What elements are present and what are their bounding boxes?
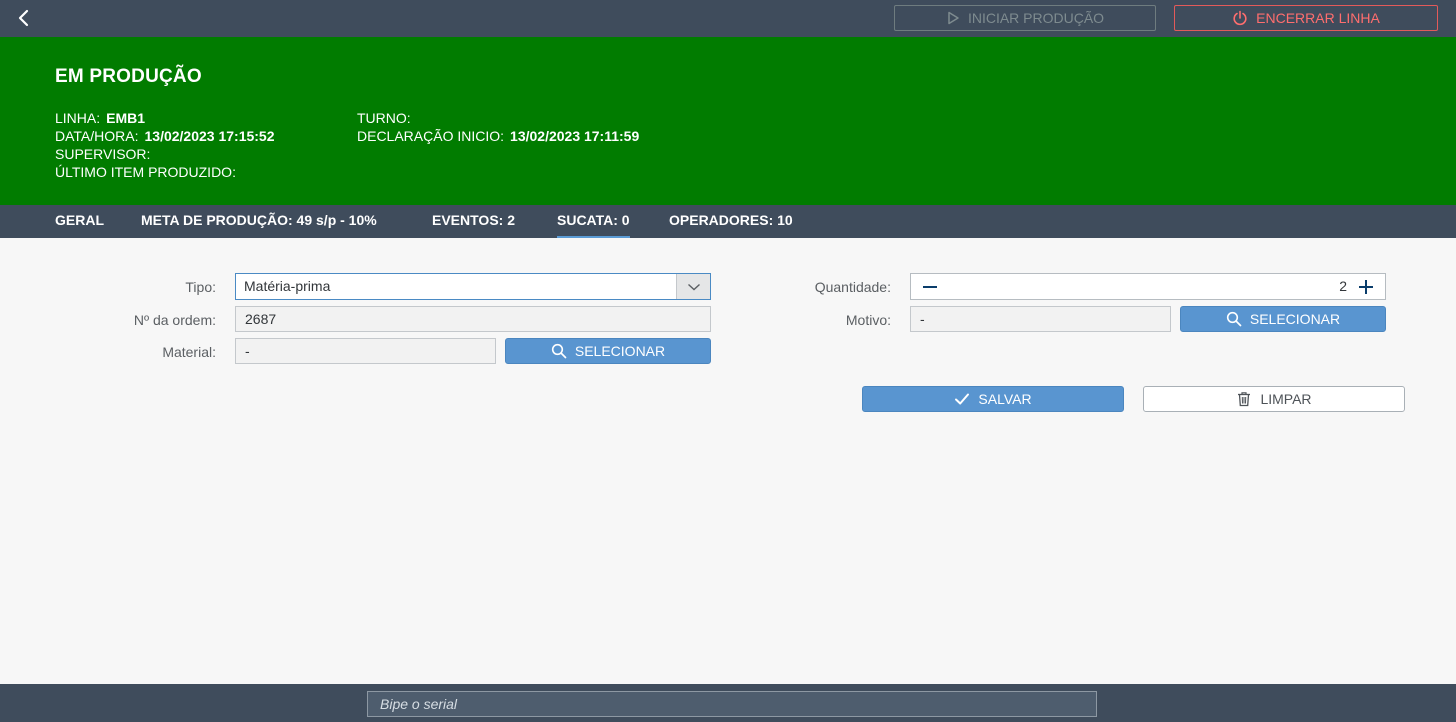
select-motivo-label: SELECIONAR <box>1249 311 1341 327</box>
start-production-button[interactable]: INICIAR PRODUÇÃO <box>894 5 1156 31</box>
check-icon <box>955 393 970 405</box>
minus-icon <box>923 285 937 288</box>
increment-button[interactable] <box>1355 274 1377 299</box>
datahora-value: 13/02/2023 17:15:52 <box>144 128 275 144</box>
tab-geral[interactable]: GERAL <box>55 205 104 238</box>
trash-icon <box>1238 392 1251 407</box>
linha-label: LINHA: <box>55 110 101 126</box>
chevron-left-icon <box>18 9 29 27</box>
select-material-button[interactable]: SELECIONAR <box>505 338 711 364</box>
tab-meta-producao[interactable]: META DE PRODUÇÃO: 49 s/p - 10% <box>141 205 377 238</box>
decrement-button[interactable] <box>919 274 941 299</box>
back-button[interactable] <box>12 6 36 30</box>
power-icon <box>1233 10 1247 26</box>
bottom-bar <box>0 684 1456 722</box>
declaracao-info: DECLARAÇÃO INICIO: 13/02/2023 17:11:59 <box>357 127 639 145</box>
quantity-value[interactable]: 2 <box>1339 274 1347 299</box>
tab-operadores[interactable]: OPERADORES: 10 <box>669 205 793 238</box>
ultimo-item-info: ÚLTIMO ITEM PRODUZIDO: <box>55 163 236 181</box>
supervisor-info: SUPERVISOR: <box>55 145 150 163</box>
turno-label: TURNO: <box>357 110 411 126</box>
start-production-label: INICIAR PRODUÇÃO <box>967 10 1105 26</box>
end-line-button[interactable]: ENCERRAR LINHA <box>1174 5 1438 31</box>
linha-info: LINHA: EMB1 <box>55 109 145 127</box>
declaracao-value: 13/02/2023 17:11:59 <box>510 128 640 144</box>
linha-value: EMB1 <box>106 110 146 126</box>
datahora-info: DATA/HORA: 13/02/2023 17:15:52 <box>55 127 275 145</box>
material-field[interactable]: - <box>235 338 496 364</box>
motivo-label: Motivo: <box>845 312 891 328</box>
ordem-field[interactable]: 2687 <box>235 306 711 332</box>
select-motivo-button[interactable]: SELECIONAR <box>1180 306 1386 332</box>
tipo-select[interactable]: Matéria-prima <box>235 273 711 300</box>
save-label: SALVAR <box>978 391 1032 407</box>
quantity-stepper[interactable]: 2 <box>910 273 1386 300</box>
material-label: Material: <box>162 344 216 360</box>
supervisor-label: SUPERVISOR: <box>55 146 151 162</box>
turno-info: TURNO: <box>357 109 411 127</box>
tipo-value: Matéria-prima <box>244 278 331 294</box>
serial-input[interactable] <box>367 691 1097 717</box>
declaracao-label: DECLARAÇÃO INICIO: <box>357 128 505 144</box>
play-icon <box>948 11 959 25</box>
search-icon <box>1226 311 1242 327</box>
tab-sucata[interactable]: SUCATA: 0 <box>557 205 630 238</box>
clear-button[interactable]: LIMPAR <box>1143 386 1405 412</box>
dropdown-toggle[interactable] <box>676 274 710 299</box>
chevron-down-icon <box>687 283 700 290</box>
plus-icon <box>1359 279 1373 294</box>
tab-eventos[interactable]: EVENTOS: 2 <box>432 205 515 238</box>
status-title: EM PRODUÇÃO <box>55 66 202 87</box>
production-status-panel: EM PRODUÇÃO LINHA: EMB1 DATA/HORA: 13/02/2… <box>0 37 1456 205</box>
save-button[interactable]: SALVAR <box>862 386 1124 412</box>
motivo-field[interactable]: - <box>910 306 1171 332</box>
select-material-label: SELECIONAR <box>574 343 666 359</box>
tab-bar: GERAL META DE PRODUÇÃO: 49 s/p - 10% EVE… <box>0 205 1456 238</box>
search-icon <box>551 343 567 359</box>
tipo-label: Tipo: <box>185 279 216 295</box>
clear-label: LIMPAR <box>1260 391 1312 407</box>
quantidade-label: Quantidade: <box>814 279 891 295</box>
datahora-label: DATA/HORA: <box>55 128 139 144</box>
end-line-label: ENCERRAR LINHA <box>1256 10 1380 26</box>
ordem-label: Nº da ordem: <box>133 312 216 328</box>
ultimo-item-label: ÚLTIMO ITEM PRODUZIDO: <box>55 164 236 180</box>
top-bar: INICIAR PRODUÇÃO ENCERRAR LINHA <box>0 0 1456 37</box>
